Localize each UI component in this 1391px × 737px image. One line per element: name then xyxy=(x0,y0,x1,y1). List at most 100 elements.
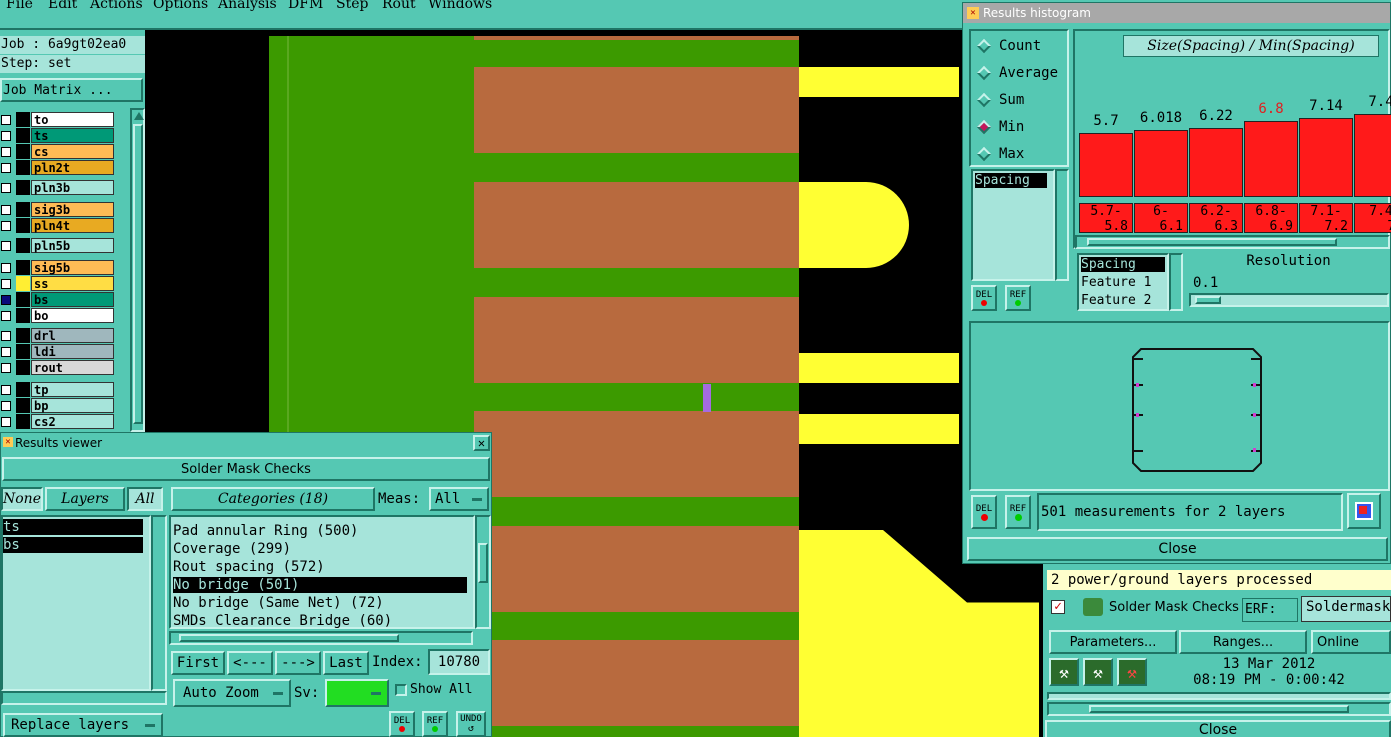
menu-file[interactable]: File xyxy=(6,0,33,12)
stop-icon[interactable]: ⚒ xyxy=(1117,658,1147,686)
layer-name[interactable]: ldi xyxy=(31,344,114,359)
layer-display-slot[interactable] xyxy=(16,180,30,195)
resolution-slider-thumb[interactable] xyxy=(1195,296,1221,304)
layer-results-hscroll[interactable] xyxy=(1,691,167,705)
menu-step[interactable]: Step xyxy=(336,0,368,12)
category-hscroll-thumb[interactable] xyxy=(179,634,399,642)
ref-button[interactable]: REF xyxy=(422,711,448,737)
layer-display-slot[interactable] xyxy=(16,398,30,413)
radio-diamond-icon[interactable] xyxy=(976,119,992,135)
layer-checkbox[interactable] xyxy=(1,311,11,321)
layer-display-slot[interactable] xyxy=(16,414,30,429)
close-icon[interactable]: ✕ xyxy=(473,435,490,451)
index-input[interactable]: 10780 xyxy=(428,649,490,675)
layer-checkbox[interactable] xyxy=(1,163,11,173)
run-all-icon[interactable]: ⚒ xyxy=(1083,658,1113,686)
violation-marker[interactable] xyxy=(703,384,711,412)
layer-row-pln5b[interactable]: pln5b xyxy=(0,238,118,253)
run-icon[interactable]: ⚒ xyxy=(1049,658,1079,686)
category-item[interactable]: No bridge (Same Net) (72) xyxy=(173,595,467,611)
category-list[interactable]: Pad annular Ring (500) Coverage (299) Rout… xyxy=(169,515,475,629)
meas-dropdown[interactable]: All xyxy=(429,487,489,511)
layer-name[interactable]: pln4t xyxy=(31,218,114,233)
layer-name[interactable]: cs xyxy=(31,144,114,159)
layer-row-ts[interactable]: ts xyxy=(0,128,118,143)
layer-checkbox[interactable] xyxy=(1,363,11,373)
category-hscroll[interactable] xyxy=(169,631,473,645)
layer-name[interactable]: cs2 xyxy=(31,414,114,429)
layer-name[interactable]: pln5b xyxy=(31,238,114,253)
layer-name[interactable]: bs xyxy=(31,292,114,307)
layer-display-slot[interactable] xyxy=(16,344,30,359)
auto-zoom-dropdown[interactable]: Auto Zoom xyxy=(173,679,291,707)
layer-row-ss[interactable]: ss xyxy=(0,276,118,291)
erf-input[interactable]: Soldermask xyxy=(1301,596,1391,622)
hist-ref-button[interactable]: REF xyxy=(1005,285,1031,311)
layer-row-pln3b[interactable]: pln3b xyxy=(0,180,118,195)
sv-color-dropdown[interactable] xyxy=(325,679,389,707)
histogram-close-button[interactable]: Close xyxy=(967,537,1388,561)
scroll-up-icon[interactable] xyxy=(134,112,144,120)
category-item[interactable]: No bridge (501) xyxy=(173,577,467,593)
layer-display-slot[interactable] xyxy=(16,128,30,143)
layer-item-bs[interactable]: bs xyxy=(3,537,143,553)
layer-name[interactable]: pln2t xyxy=(31,160,114,175)
replace-layers-dropdown[interactable]: Replace layers xyxy=(3,713,163,737)
mode-radio-max[interactable]: Max xyxy=(976,143,1024,165)
layer-display-slot[interactable] xyxy=(16,276,30,291)
layer-checkbox[interactable] xyxy=(1,205,11,215)
menu-windows[interactable]: Windows xyxy=(428,0,492,12)
layer-row-ldi[interactable]: ldi xyxy=(0,344,118,359)
layer-display-slot[interactable] xyxy=(16,112,30,127)
layer-name[interactable]: sig5b xyxy=(31,260,114,275)
layer-display-slot[interactable] xyxy=(16,160,30,175)
mode-radio-sum[interactable]: Sum xyxy=(976,89,1024,111)
radio-diamond-icon[interactable] xyxy=(976,65,992,81)
layer-row-sig3b[interactable]: sig3b xyxy=(0,202,118,217)
categories-button[interactable]: Categories (18) xyxy=(171,487,375,511)
layer-checkbox[interactable] xyxy=(1,295,11,305)
category-scroll-thumb[interactable] xyxy=(478,543,488,583)
layer-row-to[interactable]: to xyxy=(0,112,118,127)
layer-list-scrollbar[interactable] xyxy=(130,108,145,432)
preview-del-button[interactable]: DEL xyxy=(971,495,997,529)
layer-name[interactable]: sig3b xyxy=(31,202,114,217)
scroll-thumb[interactable] xyxy=(133,124,143,424)
layer-display-slot[interactable] xyxy=(16,202,30,217)
undo-button[interactable]: UNDO ↺ xyxy=(456,711,486,737)
first-button[interactable]: First xyxy=(171,651,225,675)
layer-checkbox[interactable] xyxy=(1,131,11,141)
preview-ref-button[interactable]: REF xyxy=(1005,495,1031,529)
menu-edit[interactable]: Edit xyxy=(48,0,77,12)
layer-checkbox[interactable] xyxy=(1,147,11,157)
layer-checkbox[interactable] xyxy=(1,279,11,289)
attr-item-spacing[interactable]: Spacing xyxy=(1081,257,1165,272)
category-item[interactable]: Rout spacing (572) xyxy=(173,559,467,575)
checklist-hscroll[interactable] xyxy=(1047,702,1391,716)
layer-checkbox[interactable] xyxy=(1,331,11,341)
layer-display-slot[interactable] xyxy=(16,328,30,343)
attribute-scrollbar[interactable] xyxy=(1169,253,1183,311)
layer-display-slot[interactable] xyxy=(16,238,30,253)
layer-row-bs[interactable]: bs xyxy=(0,292,118,307)
histogram-bar[interactable] xyxy=(1134,130,1188,197)
layer-name[interactable]: pln3b xyxy=(31,180,114,195)
layer-display-slot[interactable] xyxy=(16,260,30,275)
attr-item-feature2[interactable]: Feature 2 xyxy=(1081,293,1151,308)
checklist-hscroll-thumb[interactable] xyxy=(1089,705,1349,713)
job-matrix-button[interactable]: Job Matrix ... xyxy=(0,78,143,102)
layer-row-tp[interactable]: tp xyxy=(0,382,118,397)
layer-row-pln4t[interactable]: pln4t xyxy=(0,218,118,233)
layer-checkbox[interactable] xyxy=(1,263,11,273)
none-button[interactable]: None xyxy=(1,487,43,511)
menu-options[interactable]: Options xyxy=(153,0,208,12)
layer-results-list[interactable]: ts bs xyxy=(1,515,151,691)
show-all-checkbox[interactable] xyxy=(395,684,407,696)
ranges-button[interactable]: Ranges... xyxy=(1179,630,1307,654)
menu-analysis[interactable]: Analysis xyxy=(218,0,277,12)
radio-diamond-icon[interactable] xyxy=(976,146,992,162)
online-button[interactable]: Online xyxy=(1311,630,1391,654)
layer-name[interactable]: bo xyxy=(31,308,114,323)
category-item[interactable]: Pad annular Ring (500) xyxy=(173,523,467,539)
layers-button[interactable]: Layers xyxy=(45,487,125,511)
